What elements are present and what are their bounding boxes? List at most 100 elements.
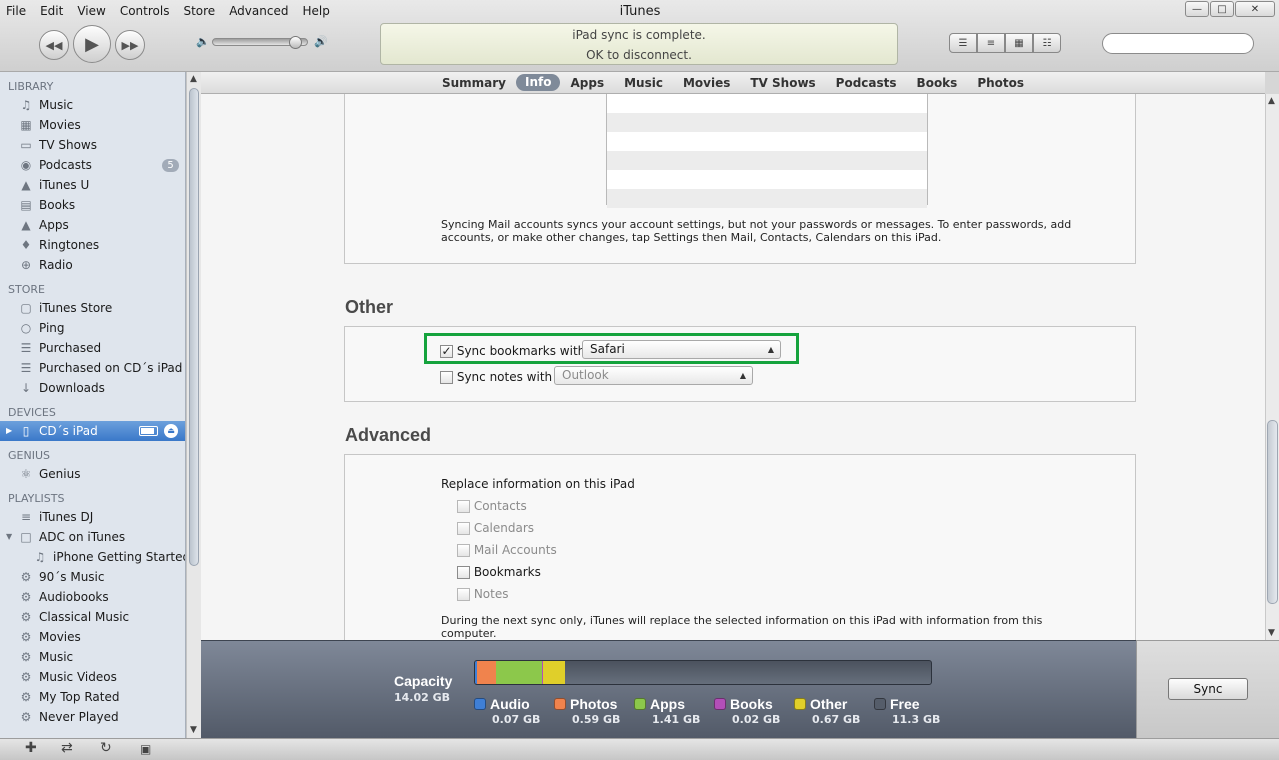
content-scroll-thumb[interactable] xyxy=(1267,420,1278,604)
scroll-up-icon[interactable]: ▲ xyxy=(190,74,197,84)
sidebar-item-ringtones[interactable]: ♦ Ringtones xyxy=(0,235,185,255)
disclosure-triangle-icon[interactable]: ▶ xyxy=(6,421,12,441)
view-list-button[interactable]: ☰ xyxy=(949,33,977,53)
legend-free: Free 11.3 GB xyxy=(874,696,940,726)
smart-playlist-gear-icon: ⚙ xyxy=(20,690,32,704)
fast-forward-icon: ▶▶ xyxy=(121,38,139,52)
sidebar-item-playlist-music[interactable]: ⚙ Music xyxy=(0,647,185,667)
sidebar-item-tv-shows[interactable]: ▭ TV Shows xyxy=(0,135,185,155)
legend-audio: Audio 0.07 GB xyxy=(474,696,540,726)
volume-knob[interactable] xyxy=(289,36,302,49)
menu-advanced[interactable]: Advanced xyxy=(229,4,288,18)
sidebar-item-classical-music[interactable]: ⚙ Classical Music xyxy=(0,607,185,627)
content-scrollbar[interactable]: ▲ ▼ xyxy=(1265,94,1279,640)
sidebar-item-radio[interactable]: ⊕ Radio xyxy=(0,255,185,275)
sidebar-item-playlist-movies[interactable]: ⚙ Movies xyxy=(0,627,185,647)
music-note-icon: ♫ xyxy=(20,98,32,112)
tab-books[interactable]: Books xyxy=(907,73,968,93)
notes-app-select[interactable]: Outlook ▲ xyxy=(554,366,753,385)
sidebar-item-purchased[interactable]: ☰ Purchased xyxy=(0,338,185,358)
menu-view[interactable]: View xyxy=(77,4,105,18)
replace-mail-accounts-checkbox[interactable] xyxy=(457,544,470,557)
show-artwork-icon[interactable]: ▣ xyxy=(140,742,151,756)
view-grid-button[interactable]: ▦ xyxy=(1005,33,1033,53)
replace-notes-checkbox[interactable] xyxy=(457,588,470,601)
tab-summary[interactable]: Summary xyxy=(432,73,516,93)
replace-bookmarks-checkbox[interactable] xyxy=(457,566,470,579)
sidebar-item-label: Books xyxy=(39,198,76,212)
tab-movies[interactable]: Movies xyxy=(673,73,740,93)
sidebar-item-iphone-getting-started[interactable]: ♫ iPhone Getting Started... xyxy=(0,547,185,567)
sync-button[interactable]: Sync xyxy=(1168,678,1248,700)
replace-calendars-checkbox[interactable] xyxy=(457,522,470,535)
sidebar-item-itunes-u[interactable]: ▲ iTunes U xyxy=(0,175,185,195)
tab-photos[interactable]: Photos xyxy=(967,73,1034,93)
sidebar-item-my-top-rated[interactable]: ⚙ My Top Rated xyxy=(0,687,185,707)
sidebar-item-label: Audiobooks xyxy=(39,590,109,604)
sidebar-scroll-thumb[interactable] xyxy=(189,88,199,566)
sidebar-item-genius[interactable]: ⚛ Genius xyxy=(0,464,185,484)
previous-button[interactable]: ◀◀ xyxy=(39,30,69,60)
tab-apps[interactable]: Apps xyxy=(560,73,614,93)
disclosure-triangle-down-icon[interactable]: ▼ xyxy=(6,527,12,547)
scroll-up-icon[interactable]: ▲ xyxy=(1268,96,1275,106)
menu-help[interactable]: Help xyxy=(302,4,329,18)
sidebar-item-never-played[interactable]: ⚙ Never Played xyxy=(0,707,185,727)
search-input[interactable] xyxy=(1102,33,1254,54)
sidebar-item-audiobooks[interactable]: ⚙ Audiobooks xyxy=(0,587,185,607)
scroll-down-icon[interactable]: ▼ xyxy=(190,725,197,735)
smart-playlist-gear-icon: ⚙ xyxy=(20,710,32,724)
book-icon: ▤ xyxy=(20,198,32,212)
sidebar-item-itunes-dj[interactable]: ≡ iTunes DJ xyxy=(0,507,185,527)
sidebar-item-itunes-store[interactable]: ▢ iTunes Store xyxy=(0,298,185,318)
play-button[interactable]: ▶ xyxy=(73,25,111,63)
mail-accounts-list[interactable] xyxy=(606,94,928,208)
menu-store[interactable]: Store xyxy=(183,4,215,18)
podcast-count-badge: 5 xyxy=(162,159,179,172)
tab-info[interactable]: Info xyxy=(516,74,561,91)
window-controls: — □ ✕ xyxy=(1185,1,1275,17)
tab-music[interactable]: Music xyxy=(614,73,673,93)
tab-podcasts[interactable]: Podcasts xyxy=(826,73,907,93)
sidebar-item-apps[interactable]: ▲ Apps xyxy=(0,215,185,235)
capacity-segment-apps xyxy=(496,661,542,684)
repeat-icon[interactable]: ↻ xyxy=(100,740,112,756)
sidebar-item-ping[interactable]: ○ Ping xyxy=(0,318,185,338)
devices-header: DEVICES xyxy=(8,406,56,419)
view-album-list-button[interactable]: ≡ xyxy=(977,33,1005,53)
sidebar-item-ipad[interactable]: ▶ ▯ CD´s iPad ⏏ xyxy=(0,421,185,441)
sidebar-item-books[interactable]: ▤ Books xyxy=(0,195,185,215)
sync-notes-checkbox[interactable] xyxy=(440,371,453,384)
sidebar-item-90s-music[interactable]: ⚙ 90´s Music xyxy=(0,567,185,587)
sidebar-item-podcasts[interactable]: ◉ Podcasts 5 xyxy=(0,155,185,175)
shuffle-icon[interactable]: ⇄ xyxy=(61,740,73,756)
tab-tv-shows[interactable]: TV Shows xyxy=(740,73,825,93)
next-button[interactable]: ▶▶ xyxy=(115,30,145,60)
device-tab-bar: Summary Info Apps Music Movies TV Shows … xyxy=(201,72,1265,94)
sidebar-item-music-videos[interactable]: ⚙ Music Videos xyxy=(0,667,185,687)
maximize-button[interactable]: □ xyxy=(1210,1,1234,17)
add-playlist-icon[interactable]: ✚ xyxy=(25,740,37,756)
menu-controls[interactable]: Controls xyxy=(120,4,170,18)
sidebar-item-music[interactable]: ♫ Music xyxy=(0,95,185,115)
menu-file[interactable]: File xyxy=(6,4,26,18)
replace-contacts-checkbox[interactable] xyxy=(457,500,470,513)
sidebar-scrollbar[interactable]: ▲ ▼ xyxy=(186,72,201,738)
sidebar-item-movies[interactable]: ▦ Movies xyxy=(0,115,185,135)
sidebar-item-downloads[interactable]: ↓ Downloads xyxy=(0,378,185,398)
view-coverflow-button[interactable]: ☷ xyxy=(1033,33,1061,53)
minimize-button[interactable]: — xyxy=(1185,1,1209,17)
bell-icon: ♦ xyxy=(20,238,32,252)
close-button[interactable]: ✕ xyxy=(1235,1,1275,17)
sidebar-item-purchased-on-ipad[interactable]: ☰ Purchased on CD´s iPad xyxy=(0,358,185,378)
ping-icon: ○ xyxy=(20,321,32,335)
graduation-cap-icon: ▲ xyxy=(21,178,31,192)
advanced-panel: Replace information on this iPad Contact… xyxy=(344,454,1136,640)
genius-icon: ⚛ xyxy=(20,467,32,481)
status-line-2: OK to disconnect. xyxy=(586,48,692,62)
scroll-down-icon[interactable]: ▼ xyxy=(1268,628,1275,638)
menu-edit[interactable]: Edit xyxy=(40,4,63,18)
legend-swatch xyxy=(634,698,646,710)
sidebar-item-adc-on-itunes[interactable]: ▼ □ ADC on iTunes xyxy=(0,527,185,547)
eject-icon[interactable]: ⏏ xyxy=(164,424,178,438)
